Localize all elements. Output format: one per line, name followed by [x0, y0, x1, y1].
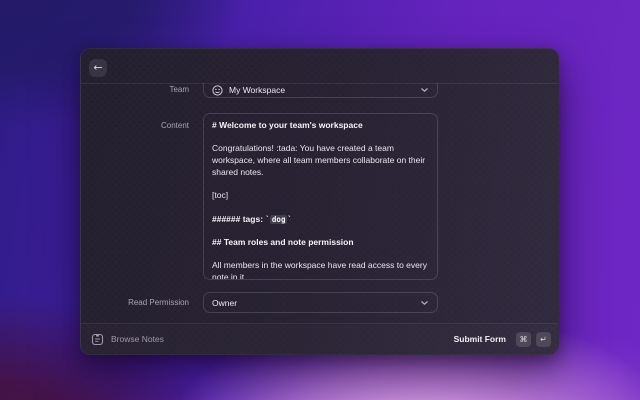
workspace-avatar-icon: [212, 85, 223, 96]
form-window: ← Team My Workspace Content # Welcome to…: [80, 48, 559, 355]
submit-form-action: Submit Form ⌘ ↵: [454, 332, 551, 347]
content-textarea[interactable]: # Welcome to your team's workspaceCongra…: [203, 113, 438, 280]
team-dropdown[interactable]: My Workspace: [203, 83, 438, 98]
back-button[interactable]: ←: [89, 59, 107, 77]
content-field-label: Content: [81, 121, 189, 130]
submit-form-button[interactable]: Submit Form: [454, 334, 506, 344]
back-arrow-icon: ←: [93, 61, 102, 74]
browse-notes-label: Browse Notes: [111, 334, 164, 344]
return-key-icon: ↵: [536, 332, 551, 347]
read-permission-dropdown[interactable]: Owner: [203, 292, 438, 313]
command-key-icon: ⌘: [516, 332, 531, 347]
chevron-down-icon: [420, 87, 429, 93]
team-field-label: Team: [81, 85, 189, 94]
action-footer: Browse Notes Submit Form ⌘ ↵: [81, 324, 558, 354]
read-permission-dropdown-value: Owner: [212, 298, 237, 308]
browse-notes-button[interactable]: Browse Notes: [91, 333, 164, 346]
chevron-down-icon: [420, 300, 429, 306]
team-dropdown-value: My Workspace: [229, 85, 285, 95]
note-icon: [91, 333, 104, 346]
read-permission-field-label: Read Permission: [81, 298, 189, 307]
